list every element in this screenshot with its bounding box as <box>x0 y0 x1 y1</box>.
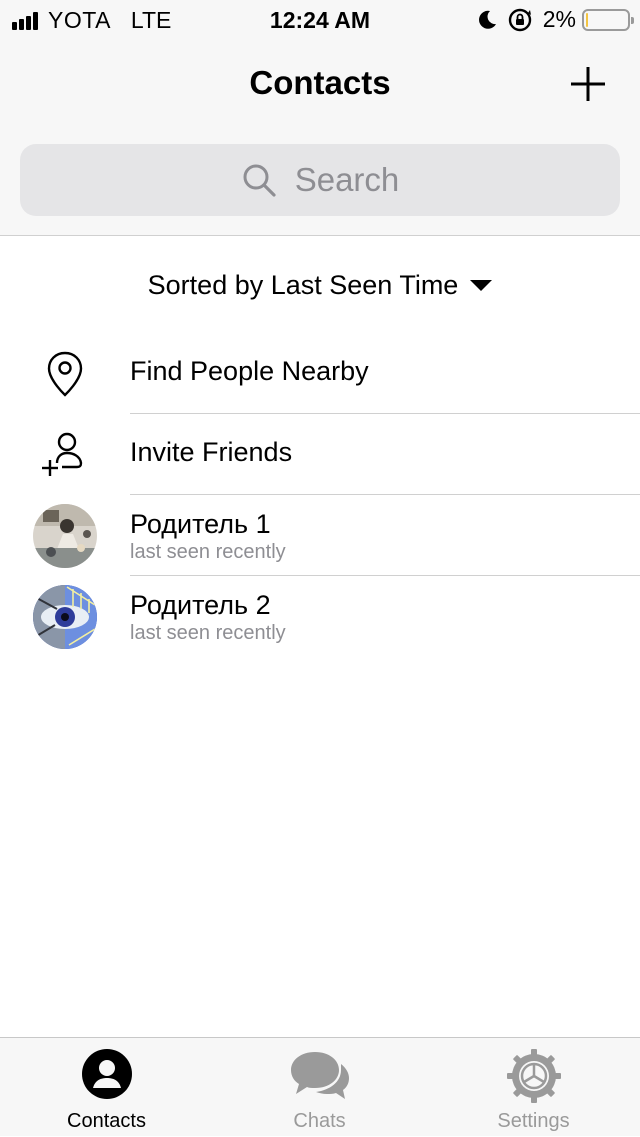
invite-friends-label: Invite Friends <box>130 437 293 467</box>
search-input[interactable]: Search <box>20 144 620 216</box>
rotation-lock-icon <box>507 7 533 33</box>
tab-settings-label: Settings <box>497 1110 570 1132</box>
add-contact-button[interactable] <box>568 64 608 104</box>
tab-chats-label: Chats <box>293 1110 346 1132</box>
status-right: 2% <box>477 6 634 33</box>
carrier-name: YOTA <box>48 7 111 33</box>
tab-settings[interactable]: Settings <box>427 1038 640 1137</box>
page-title: Contacts <box>249 64 391 101</box>
add-person-icon <box>0 414 130 495</box>
signal-icon <box>12 11 40 30</box>
status-bar: YOTA LTE 12:24 AM 2% <box>0 0 640 40</box>
contact-avatar-cell <box>0 495 130 576</box>
tab-chats[interactable]: Chats <box>213 1038 426 1137</box>
battery-icon <box>582 8 634 31</box>
contact-name: Родитель 2 <box>130 590 271 620</box>
search-placeholder: Search <box>294 161 400 198</box>
contact-row[interactable]: Родитель 2 last seen recently <box>0 576 640 657</box>
tab-contacts-label: Contacts <box>67 1110 146 1132</box>
caret-down-icon <box>470 279 493 291</box>
location-pin-icon <box>0 333 130 414</box>
tab-bar: Contacts Chats Settings <box>0 1037 640 1136</box>
find-people-nearby-row[interactable]: Find People Nearby <box>0 333 640 414</box>
avatar <box>33 503 97 568</box>
contact-cell: Родитель 1 last seen recently <box>130 495 640 576</box>
contact-avatar-cell <box>0 576 130 657</box>
contact-status: last seen recently <box>130 541 286 563</box>
status-left: YOTA LTE <box>12 7 171 34</box>
sort-label: Sorted by Last Seen Time <box>147 269 459 300</box>
contact-name: Родитель 1 <box>130 509 271 539</box>
invite-friends-row[interactable]: Invite Friends <box>0 414 640 495</box>
find-people-nearby-cell: Find People Nearby <box>130 333 640 414</box>
gear-icon <box>427 1048 640 1104</box>
network-type: LTE <box>130 7 172 33</box>
battery-percent: 2% <box>542 6 576 32</box>
contacts-list: Sorted by Last Seen Time Find People Nea… <box>0 237 640 657</box>
person-icon <box>0 1048 213 1100</box>
contact-status: last seen recently <box>130 622 286 644</box>
sort-selector[interactable]: Sorted by Last Seen Time <box>0 237 640 333</box>
chat-bubbles-icon <box>213 1048 426 1102</box>
contact-cell: Родитель 2 last seen recently <box>130 576 640 657</box>
find-people-nearby-label: Find People Nearby <box>130 356 369 386</box>
navigation-bar: Contacts Search <box>0 40 640 236</box>
avatar <box>33 584 97 649</box>
tab-contacts[interactable]: Contacts <box>0 1038 213 1137</box>
invite-friends-cell: Invite Friends <box>130 414 640 495</box>
plus-icon <box>571 67 605 101</box>
battery-level <box>586 12 588 27</box>
search-icon <box>243 164 276 197</box>
moon-icon <box>477 9 497 31</box>
contact-row[interactable]: Родитель 1 last seen recently <box>0 495 640 576</box>
